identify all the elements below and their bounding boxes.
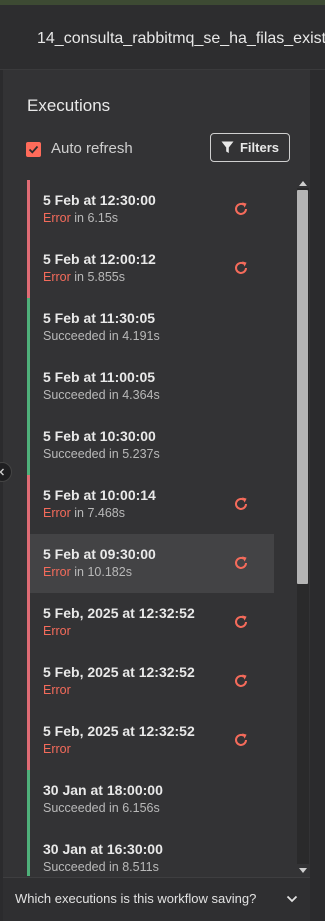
executions-list: 5 Feb at 12:30:00 Error in 6.15s 5 Feb at … [27,180,274,876]
saving-question: Which executions is this workflow saving… [15,891,257,906]
execution-row[interactable]: 5 Feb, 2025 at 12:32:52 Error [27,593,274,652]
execution-date: 5 Feb at 11:00:05 [43,369,156,385]
execution-status: Succeeded in 4.191s [43,329,160,343]
retry-icon[interactable] [232,731,250,749]
execution-date: 30 Jan at 18:00:00 [43,782,163,798]
executions-view: 14_consulta_rabbitmq_se_ha_filas_existen… [0,0,325,921]
execution-row[interactable]: 5 Feb at 12:00:12 Error in 5.855s [27,239,274,298]
execution-row[interactable]: 5 Feb at 10:30:00 Succeeded in 5.237s [27,416,274,475]
error-label: Error [43,624,71,638]
scroll-up-arrow-icon[interactable] [298,178,308,188]
error-label: Error [43,565,71,579]
scrollbar[interactable] [295,176,311,876]
execution-status: Succeeded in 6.156s [43,801,160,815]
error-label: Error [43,506,71,520]
execution-row[interactable]: 5 Feb at 09:30:00 Error in 10.182s [27,534,274,593]
execution-status: Error in 10.182s [43,565,132,579]
execution-row[interactable]: 5 Feb, 2025 at 12:32:52 Error [27,652,274,711]
execution-date: 5 Feb at 10:30:00 [43,428,156,444]
execution-date: 5 Feb at 09:30:00 [43,546,156,562]
execution-row[interactable]: 5 Feb at 11:30:05 Succeeded in 4.191s [27,298,274,357]
executions-panel: Executions Auto refresh Filters 5 Feb at… [3,70,310,877]
scroll-down-arrow-icon[interactable] [298,866,308,876]
execution-duration: in 6.15s [70,211,119,225]
error-label: Error [43,211,71,225]
retry-icon[interactable] [232,672,250,690]
execution-row[interactable]: 30 Jan at 18:00:00 Succeeded in 6.156s [27,770,274,829]
workflow-header: 14_consulta_rabbitmq_se_ha_filas_existen… [0,5,325,70]
filter-icon [221,141,234,153]
execution-date: 5 Feb, 2025 at 12:32:52 [43,723,195,739]
execution-status: Succeeded in 8.511s [43,860,159,874]
execution-status: Error in 6.15s [43,211,118,225]
retry-icon[interactable] [232,495,250,513]
execution-date: 5 Feb at 12:00:12 [43,251,156,267]
scroll-thumb[interactable] [297,190,308,584]
chevron-down-icon [286,895,298,903]
execution-row[interactable]: 5 Feb at 12:30:00 Error in 6.15s [27,180,274,239]
execution-row[interactable]: 30 Jan at 16:30:00 Succeeded in 8.511s [27,829,274,876]
execution-row[interactable]: 5 Feb at 11:00:05 Succeeded in 4.364s [27,357,274,416]
retry-icon[interactable] [232,259,250,277]
execution-status: Succeeded in 4.364s [43,388,160,402]
error-label: Error [43,270,71,284]
execution-status: Error in 7.468s [43,506,125,520]
execution-row[interactable]: 5 Feb, 2025 at 12:32:52 Error [27,711,274,770]
execution-date: 5 Feb at 12:30:00 [43,192,156,208]
retry-icon[interactable] [232,554,250,572]
execution-status: Error [43,683,71,697]
workflow-title: 14_consulta_rabbitmq_se_ha_filas_existen… [37,30,325,47]
check-icon [28,145,39,154]
error-label: Error [43,683,71,697]
filters-button[interactable]: Filters [210,133,290,162]
auto-refresh-label[interactable]: Auto refresh [51,140,133,157]
auto-refresh-checkbox[interactable] [26,142,41,157]
execution-date: 5 Feb, 2025 at 12:32:52 [43,605,195,621]
execution-date: 5 Feb at 10:00:14 [43,487,156,503]
retry-icon[interactable] [232,200,250,218]
execution-row[interactable]: 5 Feb at 10:00:14 Error in 7.468s [27,475,274,534]
execution-duration: in 5.855s [70,270,125,284]
execution-duration: in 10.182s [70,565,132,579]
execution-date: 5 Feb at 11:30:05 [43,310,156,326]
execution-date: 5 Feb, 2025 at 12:32:52 [43,664,195,680]
execution-duration: in 7.468s [70,506,125,520]
error-label: Error [43,742,71,756]
panel-title: Executions [27,96,111,115]
retry-icon[interactable] [232,613,250,631]
execution-status: Error [43,624,71,638]
execution-status: Error [43,742,71,756]
execution-status: Succeeded in 5.237s [43,447,160,461]
panel-edge [310,70,325,921]
saving-info-toggle[interactable]: Which executions is this workflow saving… [3,877,310,921]
execution-date: 30 Jan at 16:30:00 [43,841,163,857]
execution-status: Error in 5.855s [43,270,125,284]
filters-label: Filters [239,140,279,155]
chevron-left-icon [0,468,4,476]
